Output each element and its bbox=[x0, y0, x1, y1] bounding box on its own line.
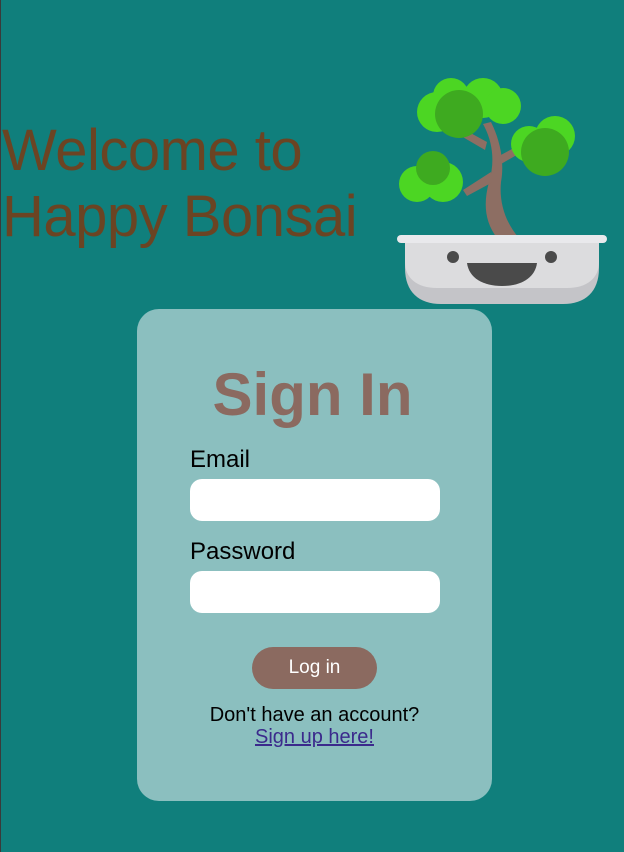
welcome-heading: Welcome to Happy Bonsai bbox=[2, 118, 358, 250]
welcome-heading-line-1: Welcome to bbox=[2, 118, 303, 183]
signup-prompt: Don't have an account? bbox=[209, 704, 420, 726]
email-field[interactable] bbox=[190, 479, 440, 521]
password-field[interactable] bbox=[190, 571, 440, 613]
signup-link-container: Sign up here! bbox=[137, 726, 492, 748]
signup-link[interactable]: Sign up here! bbox=[255, 726, 374, 748]
welcome-heading-line-2: Happy Bonsai bbox=[2, 184, 358, 249]
signin-title: Sign In bbox=[212, 361, 413, 428]
password-label: Password bbox=[190, 538, 296, 565]
login-button[interactable]: Log in bbox=[252, 647, 377, 689]
email-label: Email bbox=[190, 446, 251, 473]
bonsai-tree-pot-icon bbox=[397, 78, 607, 304]
